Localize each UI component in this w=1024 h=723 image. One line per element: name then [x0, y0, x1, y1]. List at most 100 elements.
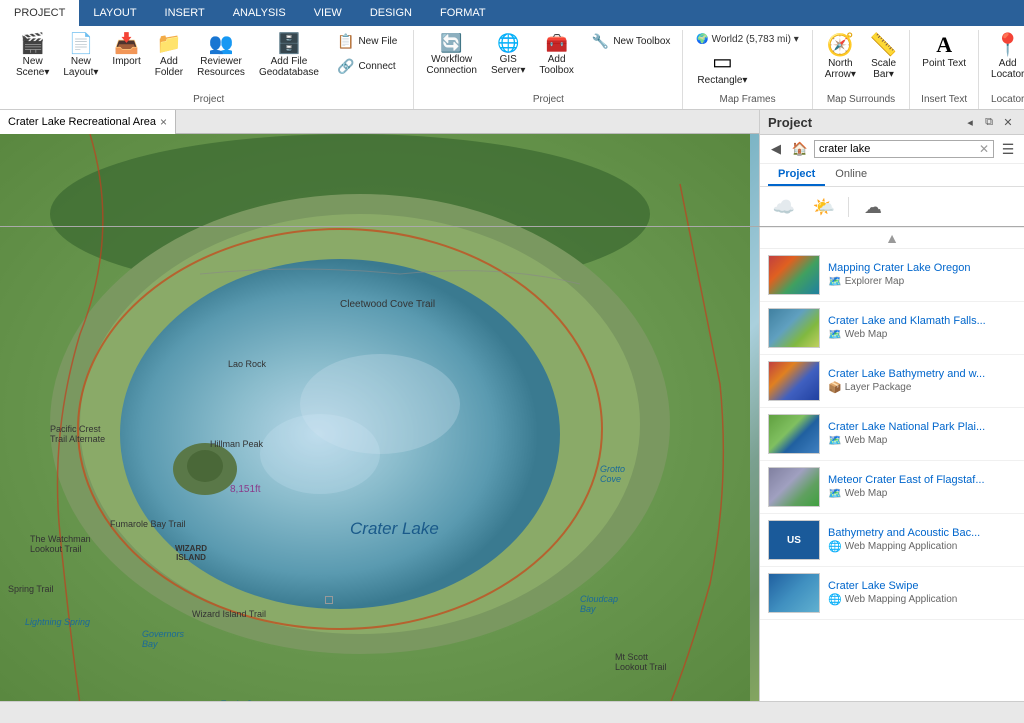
result-info-2: Crater Lake Bathymetry and w... 📦 Layer … — [828, 368, 1016, 394]
tab-project-panel[interactable]: Project — [768, 164, 825, 186]
governors-label: GovernorsBay — [142, 629, 184, 649]
result-type-icon-5: 🌐 — [828, 540, 842, 553]
result-type-6: 🌐 Web Mapping Application — [828, 593, 1016, 606]
project-panel: Project ◂ ⧉ ✕ ◀ 🏠 ✕ ☰ Project Online ☁️ … — [759, 110, 1024, 701]
result-title-4: Meteor Crater East of Flagstaf... — [828, 474, 1016, 486]
add-folder-button[interactable]: 📁 AddFolder — [149, 30, 189, 82]
gis-server-button[interactable]: 🌐 GISServer▾ — [485, 30, 531, 80]
panel-menu-button[interactable]: ☰ — [998, 139, 1018, 159]
result-type-3: 🗺️ Web Map — [828, 434, 1016, 447]
result-type-label-2: Layer Package — [845, 382, 912, 393]
point-text-icon: A — [936, 34, 952, 56]
map-surrounds-items: 🧭 NorthArrow▾ 📏 ScaleBar▾ — [819, 30, 904, 92]
tab-insert[interactable]: INSERT — [151, 0, 219, 26]
pacific-crest-label: Pacific CrestTrail Alternate — [50, 424, 105, 444]
watchman-label: The WatchmanLookout Trail — [30, 534, 91, 554]
result-item-5[interactable]: US Bathymetry and Acoustic Bac... 🌐 Web … — [760, 514, 1024, 567]
result-item-3[interactable]: Crater Lake National Park Plai... 🗺️ Web… — [760, 408, 1024, 461]
scale-bar-button[interactable]: 📏 ScaleBar▾ — [864, 30, 903, 84]
add-toolbox-button[interactable]: 🧰 AddToolbox — [533, 30, 579, 80]
tab-format[interactable]: FORMAT — [426, 0, 500, 26]
new-scene-label: NewScene▾ — [16, 56, 49, 78]
panel-back-button[interactable]: ◀ — [766, 139, 786, 159]
result-item-2[interactable]: Crater Lake Bathymetry and w... 📦 Layer … — [760, 355, 1024, 408]
result-item-1[interactable]: Crater Lake and Klamath Falls... 🗺️ Web … — [760, 302, 1024, 355]
new-toolbox-button[interactable]: 🔧 New Toolbox — [586, 30, 677, 53]
panel-cloud2-icon[interactable]: ☁ — [857, 193, 889, 221]
new-layout-icon: 📄 — [68, 34, 93, 54]
collapse-chevron[interactable]: ▲ — [760, 228, 1024, 249]
connect-button[interactable]: 🔗 Connect — [331, 55, 403, 78]
new-layout-button[interactable]: 📄 NewLayout▾ — [57, 30, 104, 82]
add-file-geodatabase-button[interactable]: 🗄️ Add FileGeodatabase — [253, 30, 325, 82]
reviewer-label: ReviewerResources — [197, 56, 245, 78]
panel-controls: ◂ ⧉ ✕ — [962, 114, 1016, 130]
search-clear-button[interactable]: ✕ — [979, 142, 989, 156]
result-type-icon-1: 🗺️ — [828, 328, 842, 341]
result-type-label-3: Web Map — [845, 435, 888, 446]
result-info-5: Bathymetry and Acoustic Bac... 🌐 Web Map… — [828, 527, 1016, 553]
panel-undock-button[interactable]: ◂ — [962, 114, 978, 130]
ribbon-group-insert-text: A Point Text Insert Text — [910, 30, 979, 109]
rectangle-icon: ▭ — [712, 51, 733, 73]
panel-restore-button[interactable]: ⧉ — [981, 114, 997, 130]
panel-cloud-icon[interactable]: 🌤️ — [808, 193, 840, 221]
main-area: Crater Lake Recreational Area × — [0, 110, 1024, 701]
add-folder-icon: 📁 — [156, 34, 181, 54]
panel-home-button[interactable]: 🏠 — [790, 139, 810, 159]
import-icon: 📥 — [114, 34, 139, 54]
fumarole-label: Fumarole Bay Trail — [110, 519, 186, 529]
panel-icon-separator — [848, 197, 849, 217]
add-locator-label: AddLocator — [991, 58, 1024, 80]
new-toolbox-label: New Toolbox — [613, 36, 670, 47]
add-locator-button[interactable]: 📍 AddLocator — [985, 30, 1024, 84]
world2-label: 🌍 World2 (5,783 mi) ▾ — [696, 34, 798, 45]
center-marker — [325, 596, 333, 604]
north-arrow-button[interactable]: 🧭 NorthArrow▾ — [819, 30, 862, 84]
point-text-button[interactable]: A Point Text — [916, 30, 972, 73]
hillman-elev: 8,151ft — [230, 484, 261, 495]
reviewer-button[interactable]: 👥 ReviewerResources — [191, 30, 251, 82]
tab-design[interactable]: DESIGN — [356, 0, 426, 26]
ribbon-group-project: 🎬 NewScene▾ 📄 NewLayout▾ 📥 Import 📁 AddF… — [4, 30, 414, 109]
tab-project[interactable]: PROJECT — [0, 0, 79, 26]
result-type-1: 🗺️ Web Map — [828, 328, 1016, 341]
new-file-label: New File — [358, 36, 397, 47]
panel-feature-layer-icon[interactable]: ☁️ — [768, 193, 800, 221]
map-tab-close[interactable]: × — [160, 115, 167, 129]
grotto-label: GrottoCove — [600, 464, 625, 484]
result-title-0: Mapping Crater Lake Oregon — [828, 262, 1016, 274]
tab-online-panel[interactable]: Online — [825, 164, 877, 186]
result-type-0: 🗺️ Explorer Map — [828, 275, 1016, 288]
rectangle-button[interactable]: ▭ Rectangle▾ — [691, 47, 753, 90]
result-item-6[interactable]: Crater Lake Swipe 🌐 Web Mapping Applicat… — [760, 567, 1024, 620]
map-tab[interactable]: Crater Lake Recreational Area × — [0, 110, 176, 134]
new-scene-button[interactable]: 🎬 NewScene▾ — [10, 30, 55, 82]
search-input[interactable] — [819, 143, 979, 155]
import-button[interactable]: 📥 Import — [106, 30, 146, 71]
lightning-label: Lightning Spring — [25, 617, 90, 627]
new-file-button[interactable]: 📋 New File — [331, 30, 403, 53]
result-type-icon-4: 🗺️ — [828, 487, 842, 500]
map-image[interactable]: Cleetwood Cove Trail Crater Lake WIZARDI… — [0, 134, 759, 701]
panel-tabs: Project Online — [760, 164, 1024, 187]
collapse-indicator — [0, 226, 1024, 227]
tab-layout[interactable]: LAYOUT — [79, 0, 150, 26]
ribbon: PROJECT LAYOUT INSERT ANALYSIS VIEW DESI… — [0, 0, 1024, 110]
north-arrow-label: NorthArrow▾ — [825, 58, 856, 80]
result-type-label-4: Web Map — [845, 488, 888, 499]
panel-icon-bar: ☁️ 🌤️ ☁ — [760, 187, 1024, 228]
result-type-label-5: Web Mapping Application — [845, 541, 958, 552]
status-bar — [0, 701, 1024, 723]
result-type-icon-3: 🗺️ — [828, 434, 842, 447]
search-box: ✕ — [814, 140, 994, 158]
map-container: Crater Lake Recreational Area × — [0, 110, 759, 701]
new-toolbox-icon: 🔧 — [592, 33, 609, 50]
result-item-4[interactable]: Meteor Crater East of Flagstaf... 🗺️ Web… — [760, 461, 1024, 514]
tab-analysis[interactable]: ANALYSIS — [219, 0, 300, 26]
panel-close-button[interactable]: ✕ — [1000, 114, 1016, 130]
result-item-0[interactable]: Mapping Crater Lake Oregon 🗺️ Explorer M… — [760, 249, 1024, 302]
result-type-2: 📦 Layer Package — [828, 381, 1016, 394]
tab-view[interactable]: VIEW — [300, 0, 356, 26]
workflow-connection-button[interactable]: 🔄 WorkflowConnection — [420, 30, 483, 80]
